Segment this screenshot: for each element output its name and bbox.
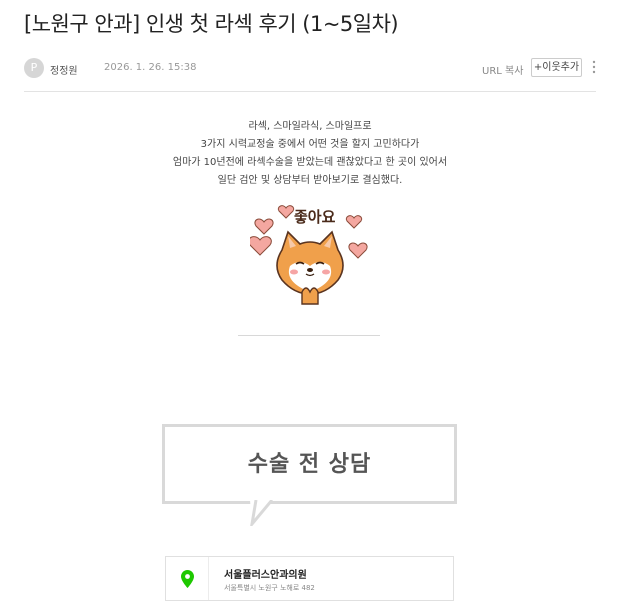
intro-line: 엄마가 10년전에 라섹수술을 받았는데 괜찮았다고 한 곳이 있어서: [172, 157, 448, 168]
intro-line: 3가지 시력교정술 중에서 어떤 것을 할지 고민하다가: [200, 139, 420, 150]
speech-bubble-tail-icon: [250, 500, 274, 526]
place-name[interactable]: 서울플러스안과의원: [224, 566, 307, 581]
header-divider: [24, 91, 596, 92]
shiba-dog-sticker: 좋아요: [250, 205, 368, 305]
post-title: [노원구 안과] 인생 첫 라섹 후기 (1~5일차): [24, 12, 399, 36]
intro-line: 라섹, 스마일라식, 스마일프로: [248, 121, 372, 132]
avatar[interactable]: P: [24, 58, 44, 78]
quote-text: 수술 전 상담: [247, 451, 372, 477]
quote-box: 수술 전 상담: [162, 424, 457, 504]
card-divider: [208, 557, 209, 600]
section-divider: [238, 335, 380, 336]
heart-icon: [345, 215, 363, 229]
add-neighbor-button[interactable]: +이웃추가: [531, 58, 582, 77]
sticker-text: 좋아요: [294, 208, 336, 226]
heart-icon: [348, 242, 368, 259]
map-place-card[interactable]: 서울플러스안과의원 서울특별시 노원구 노해로 482: [165, 556, 454, 601]
post-date: 2026. 1. 26. 15:38: [104, 62, 197, 73]
heart-icon: [277, 205, 295, 219]
place-address: 서울특별시 노원구 노해로 482: [224, 584, 315, 592]
url-copy-button[interactable]: URL 복사: [482, 62, 523, 77]
intro-text: 라섹, 스마일라식, 스마일프로 3가지 시력교정술 중에서 어떤 것을 할지 …: [0, 118, 620, 190]
map-pin-icon: [181, 570, 194, 588]
author-name[interactable]: 정정원: [50, 62, 78, 77]
heart-icon: [250, 236, 272, 256]
intro-line: 일단 검안 및 상담부터 받아보기로 결심했다.: [217, 175, 403, 186]
heart-icon: [254, 218, 274, 235]
more-options-icon[interactable]: [589, 59, 599, 75]
post-meta: P 정정원 2026. 1. 26. 15:38 URL 복사 +이웃추가: [24, 58, 600, 80]
